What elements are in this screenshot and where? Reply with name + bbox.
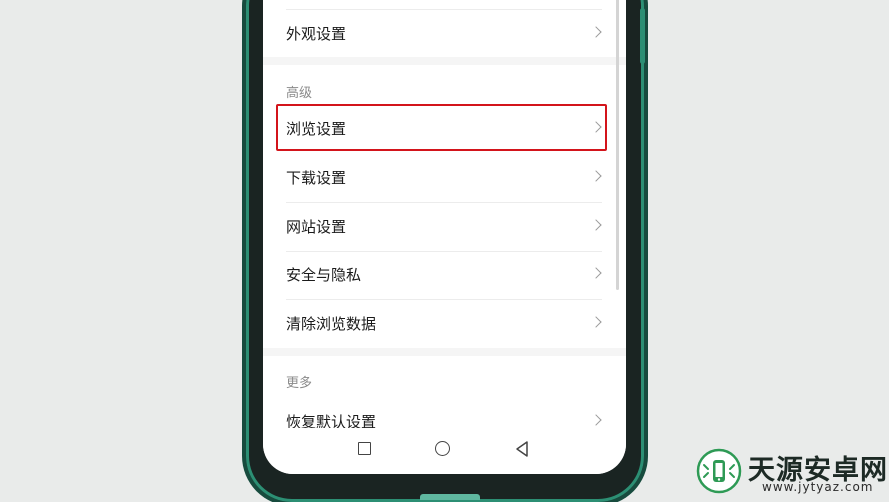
section-header-more: 更多	[286, 376, 313, 391]
settings-item-label: 清除浏览数据	[286, 315, 377, 333]
settings-item-appearance[interactable]: 外观设置	[263, 10, 626, 58]
settings-item-website[interactable]: 网站设置	[263, 203, 626, 251]
settings-item-clear-data[interactable]: 清除浏览数据	[263, 300, 626, 348]
settings-item-download[interactable]: 下载设置	[263, 154, 626, 202]
circle-icon[interactable]	[435, 441, 450, 456]
watermark-logo-icon	[696, 448, 742, 494]
chevron-right-icon	[590, 414, 602, 426]
settings-group-more: 更多 恢复默认设置	[263, 356, 626, 436]
settings-item-label: 下载设置	[286, 169, 347, 187]
settings-item-label: 安全与隐私	[286, 266, 362, 284]
settings-group-general: 外观设置	[263, 0, 626, 57]
settings-item-label: 外观设置	[286, 25, 347, 43]
triangle-back-icon[interactable]	[513, 440, 531, 458]
scrollbar[interactable]	[616, 0, 619, 290]
settings-item-label: 网站设置	[286, 218, 347, 236]
watermark-url: www.jytyaz.com	[762, 480, 874, 494]
chevron-right-icon	[590, 316, 602, 328]
phone-bottom-edge	[420, 494, 480, 500]
settings-group-advanced: 高级 浏览设置 下载设置 网站设置 安全与隐私 清除浏览数据	[263, 65, 626, 348]
phone-side-button	[640, 8, 645, 64]
chevron-right-icon	[590, 267, 602, 279]
navigation-bar	[263, 428, 626, 474]
chevron-right-icon	[590, 26, 602, 38]
phone-screen: 外观设置 高级 浏览设置 下载设置 网站设置 安全与隐私 清除浏览数据 更多 恢…	[263, 0, 626, 474]
highlight-box	[276, 104, 607, 151]
watermark: 天源安卓网 www.jytyaz.com	[696, 446, 887, 496]
section-header-advanced: 高级	[286, 86, 313, 101]
chevron-right-icon	[590, 219, 602, 231]
chevron-right-icon	[590, 170, 602, 182]
square-icon[interactable]	[358, 442, 371, 455]
settings-item-security-privacy[interactable]: 安全与隐私	[263, 251, 626, 299]
